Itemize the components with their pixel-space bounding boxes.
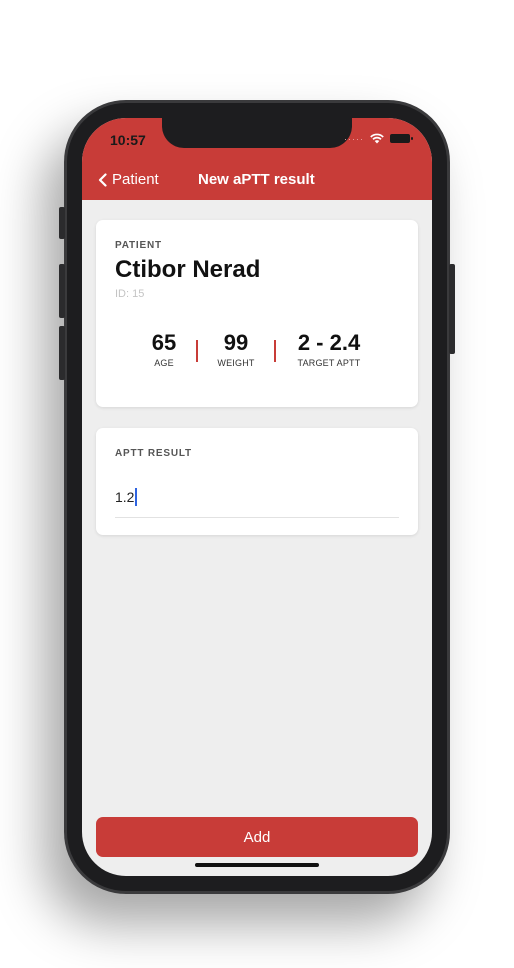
power-button (449, 264, 455, 354)
patient-section-label: PATIENT (115, 240, 162, 251)
battery-icon (390, 134, 413, 143)
back-label: Patient (112, 171, 159, 188)
stat-weight: 99 WEIGHT (210, 330, 262, 368)
patient-id: ID: 15 (115, 288, 145, 300)
notch (162, 118, 352, 148)
stat-target-aptt: 2 - 2.4 TARGET APTT (288, 330, 370, 368)
stat-weight-label: WEIGHT (217, 358, 255, 368)
stat-age-label: AGE (154, 358, 174, 368)
patient-name: Ctibor Nerad (115, 256, 261, 283)
aptt-result-label: APTT RESULT (115, 448, 192, 459)
status-icons: ····· (344, 133, 413, 144)
stat-divider (274, 340, 276, 362)
aptt-result-text: 1.2 (115, 489, 135, 505)
stat-age-value: 65 (151, 330, 177, 355)
text-caret (135, 488, 138, 506)
stat-divider (196, 340, 198, 362)
signal-dots-icon: ····· (344, 133, 364, 144)
aptt-result-input[interactable]: 1.2 (115, 488, 399, 518)
stat-target-aptt-label: TARGET APTT (297, 358, 361, 368)
page-title: New aPTT result (198, 171, 315, 188)
patient-card: PATIENT Ctibor Nerad ID: 15 65 AGE 99 WE… (96, 220, 418, 407)
home-indicator (195, 863, 319, 867)
back-button[interactable]: Patient (98, 171, 159, 188)
aptt-result-value: 1.2 (115, 488, 138, 506)
volume-up-button (59, 264, 65, 318)
aptt-result-card: APTT RESULT 1.2 (96, 428, 418, 535)
navigation-bar: 10:57 ····· Patient New aPTT result (82, 118, 432, 200)
stat-target-aptt-value: 2 - 2.4 (297, 330, 361, 355)
stat-weight-value: 99 (223, 330, 249, 355)
wifi-icon (370, 133, 384, 144)
app-screen: 10:57 ····· Patient New aPTT result PATI… (82, 118, 432, 876)
patient-stats: 65 AGE 99 WEIGHT 2 - 2.4 TARGET APTT (96, 330, 418, 380)
mute-switch (59, 207, 65, 239)
status-time: 10:57 (110, 132, 146, 148)
stat-age: 65 AGE (144, 330, 184, 368)
add-button[interactable]: Add (96, 817, 418, 857)
chevron-left-icon (98, 172, 107, 187)
volume-down-button (59, 326, 65, 380)
